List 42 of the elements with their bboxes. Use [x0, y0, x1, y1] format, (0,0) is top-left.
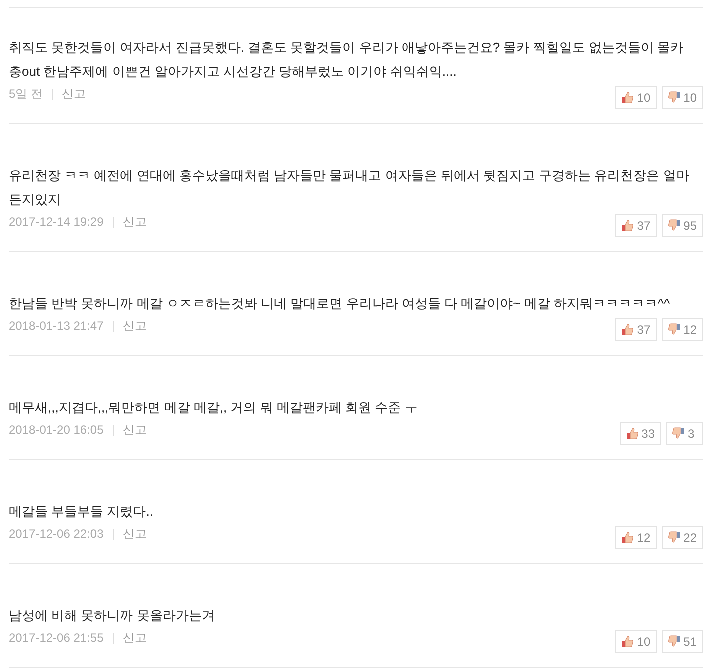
comment-time: 2018-01-13 21:47 [9, 318, 104, 335]
like-button[interactable]: 33 [620, 422, 661, 445]
thumbs-up-icon [621, 531, 634, 544]
thumbs-down-icon [668, 531, 681, 544]
comment-text: 메갈들 부들부들 지렸다.. [9, 503, 154, 521]
like-button[interactable]: 10 [615, 86, 657, 109]
comment-text: 취직도 못한것들이 여자라서 진급못했다. 결혼도 못할것들이 우리가 애낳아주는건요? 몰카 찍힐일도 없는것들이 몰카 충out 한남주제에 이쁜건 알아가지고 시선강간 당해부렀노 이기야 쉬익쉬익.... [9, 39, 685, 81]
report-link[interactable]: 신고 [62, 84, 86, 104]
thumbs-up-icon [621, 219, 634, 232]
dislike-button[interactable]: 3 [666, 422, 703, 445]
comment-text: 한남들 반박 못하니까 메갈 ㅇㅈㄹ하는것봐 니네 말대로면 우리나라 여성들 다 메갈이야~ 메갈 하지뭐ㅋㅋㅋㅋㅋ^^ [9, 295, 672, 313]
thumbs-up-icon [621, 91, 634, 104]
like-button[interactable]: 37 [615, 318, 657, 341]
thumbs-down-icon [672, 427, 685, 440]
dislike-button[interactable]: 22 [662, 526, 703, 549]
like-button[interactable]: 12 [615, 526, 657, 549]
dislike-button[interactable]: 51 [662, 630, 703, 653]
comment-time: 5일 전 [9, 86, 44, 103]
thumbs-down-icon [668, 323, 681, 336]
dislike-button[interactable]: 95 [662, 214, 703, 237]
comment-time: 2017-12-06 22:03 [9, 526, 104, 543]
comment-time: 2017-12-14 19:29 [9, 214, 104, 231]
comment-time: 2018-01-20 16:05 [9, 422, 104, 439]
report-link[interactable]: 신고 [122, 524, 147, 544]
comment-text: 남성에 비해 못하니까 못올라가는겨 [9, 607, 216, 625]
dislike-button[interactable]: 10 [662, 86, 703, 109]
thumbs-down-icon [668, 219, 681, 232]
comment-text: 유리천장 ㅋㅋ 예전에 연대에 홍수났을때처럼 남자들만 물퍼내고 여자들은 뒤에서 뒷짐지고 구경하는 유리천장은 얼마든지있지 [9, 167, 690, 209]
thumbs-down-icon [668, 635, 681, 648]
like-button[interactable]: 37 [615, 214, 657, 237]
like-button[interactable]: 10 [615, 630, 657, 653]
thumbs-down-icon [668, 91, 681, 104]
comment-text: 메무새,,,지겹다,,,뭐만하면 메갈 메갈,, 거의 뭐 메갈팬카페 회원 수준 ㅜ [9, 399, 419, 417]
dislike-button[interactable]: 12 [662, 318, 703, 341]
report-link[interactable]: 신고 [122, 316, 147, 336]
report-link[interactable]: 신고 [122, 628, 147, 648]
comment-time: 2017-12-06 21:55 [9, 630, 104, 647]
report-link[interactable]: 신고 [122, 420, 147, 440]
thumbs-up-icon [621, 323, 634, 336]
thumbs-up-icon [626, 427, 639, 440]
thumbs-up-icon [621, 635, 634, 648]
report-link[interactable]: 신고 [122, 212, 147, 232]
